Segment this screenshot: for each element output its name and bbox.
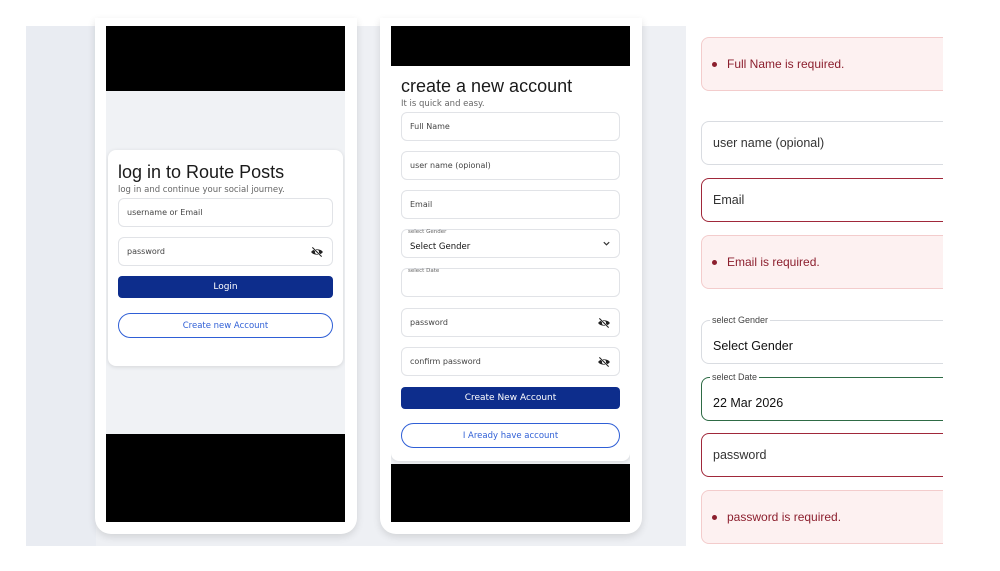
screenshot-root: log in to Route Posts log in and continu… (0, 0, 1000, 571)
password-input[interactable]: password (118, 237, 333, 266)
error-bullet (712, 61, 717, 67)
date-label-zoom: select Date (710, 372, 760, 382)
error-bullet (712, 259, 717, 265)
register-subtitle: It is quick and easy. (401, 99, 485, 109)
date-input-zoom[interactable]: select Date 22 Mar 2026 (701, 372, 943, 421)
status-area-top (106, 26, 345, 91)
fullname-error-text: Full Name is required. (727, 57, 845, 71)
create-account-button[interactable]: Create new Account (118, 313, 333, 338)
have-account-button[interactable]: I Aready have account (401, 423, 620, 448)
date-value-zoom: 22 Mar 2026 (713, 396, 784, 410)
email-placeholder-zoom: Email (713, 193, 745, 207)
gender-value-zoom: Select Gender (713, 339, 793, 353)
register-screen: create a new account It is quick and eas… (391, 26, 630, 522)
date-label: select Date (408, 268, 440, 274)
username-input[interactable]: user name (opional) (401, 151, 620, 180)
username-placeholder: user name (opional) (410, 161, 491, 170)
fullname-error: Full Name is required. (701, 37, 943, 91)
password-placeholder: password (127, 247, 165, 256)
password-input[interactable]: password (401, 308, 620, 337)
gender-label: select Gender (408, 229, 447, 235)
background-strip (26, 26, 96, 546)
eye-off-icon[interactable] (597, 316, 611, 330)
status-area-top (391, 26, 630, 66)
error-bullet (712, 514, 717, 520)
gender-value: Select Gender (410, 241, 471, 252)
gender-select-zoom[interactable]: select Gender Select Gender (701, 315, 943, 364)
gender-label-zoom: select Gender (710, 315, 771, 325)
password-placeholder-zoom: password (713, 448, 767, 462)
login-button[interactable]: Login (118, 276, 333, 298)
zoomed-form-panel: Full Name is required. user name (opiona… (688, 26, 943, 546)
status-area-bottom (391, 464, 630, 522)
eye-off-icon[interactable] (310, 245, 324, 259)
register-card: create a new account It is quick and eas… (391, 66, 630, 461)
username-input-zoom[interactable]: user name (opional) (701, 121, 943, 165)
eye-off-icon[interactable] (597, 355, 611, 369)
password-input-zoom[interactable]: password (701, 433, 943, 477)
gender-select[interactable]: select Gender Select Gender (401, 229, 620, 258)
email-error: Email is required. (701, 235, 943, 289)
fullname-placeholder: Full Name (410, 122, 450, 131)
username-placeholder-zoom: user name (opional) (713, 136, 825, 150)
phone-login: log in to Route Posts log in and continu… (95, 18, 357, 534)
email-placeholder: Email (410, 200, 433, 209)
login-screen: log in to Route Posts log in and continu… (106, 26, 345, 522)
login-card: log in to Route Posts log in and continu… (108, 150, 343, 366)
date-input[interactable]: select Date (401, 268, 620, 297)
login-subtitle: log in and continue your social journey. (118, 185, 285, 195)
password-error-text: password is required. (727, 510, 842, 524)
chevron-down-icon (603, 241, 610, 246)
register-title: create a new account (401, 76, 573, 96)
status-area-bottom (106, 434, 345, 522)
fullname-input[interactable]: Full Name (401, 112, 620, 141)
username-placeholder: username or Email (127, 208, 203, 217)
confirm-placeholder: confirm password (410, 357, 481, 366)
create-new-account-button[interactable]: Create New Account (401, 387, 620, 409)
login-title: log in to Route Posts (118, 162, 285, 182)
email-input-zoom[interactable]: Email (701, 178, 943, 222)
phone-register: create a new account It is quick and eas… (380, 18, 642, 534)
password-placeholder: password (410, 318, 448, 327)
confirm-password-input[interactable]: confirm password (401, 347, 620, 376)
username-input[interactable]: username or Email (118, 198, 333, 227)
password-error: password is required. (701, 490, 943, 544)
email-input[interactable]: Email (401, 190, 620, 219)
email-error-text: Email is required. (727, 255, 820, 269)
